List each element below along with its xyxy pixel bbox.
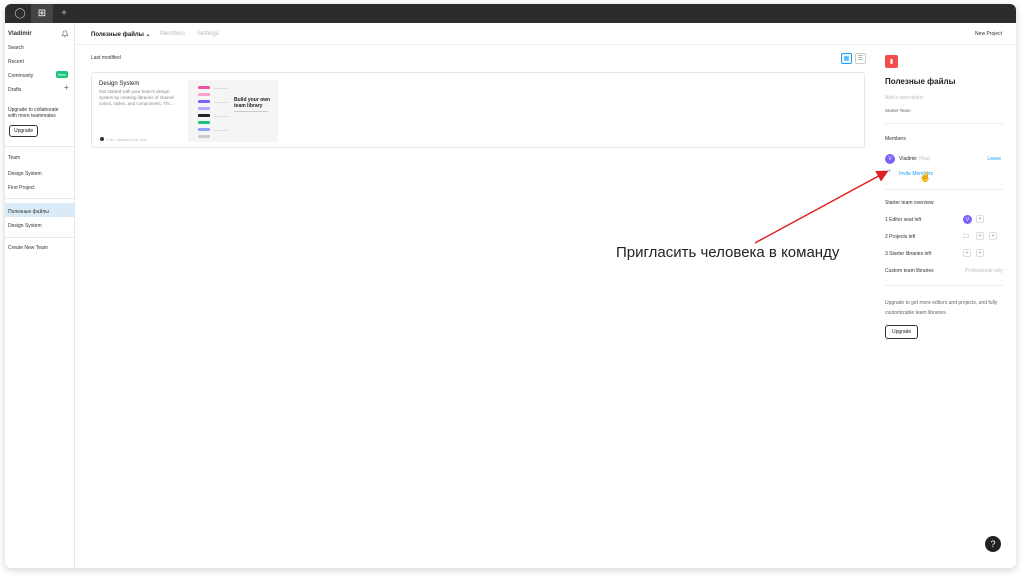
- annotation-text: Пригласить человека в команду: [616, 244, 840, 261]
- annotation-arrow: [754, 170, 889, 244]
- help-button[interactable]: ?: [985, 536, 1001, 552]
